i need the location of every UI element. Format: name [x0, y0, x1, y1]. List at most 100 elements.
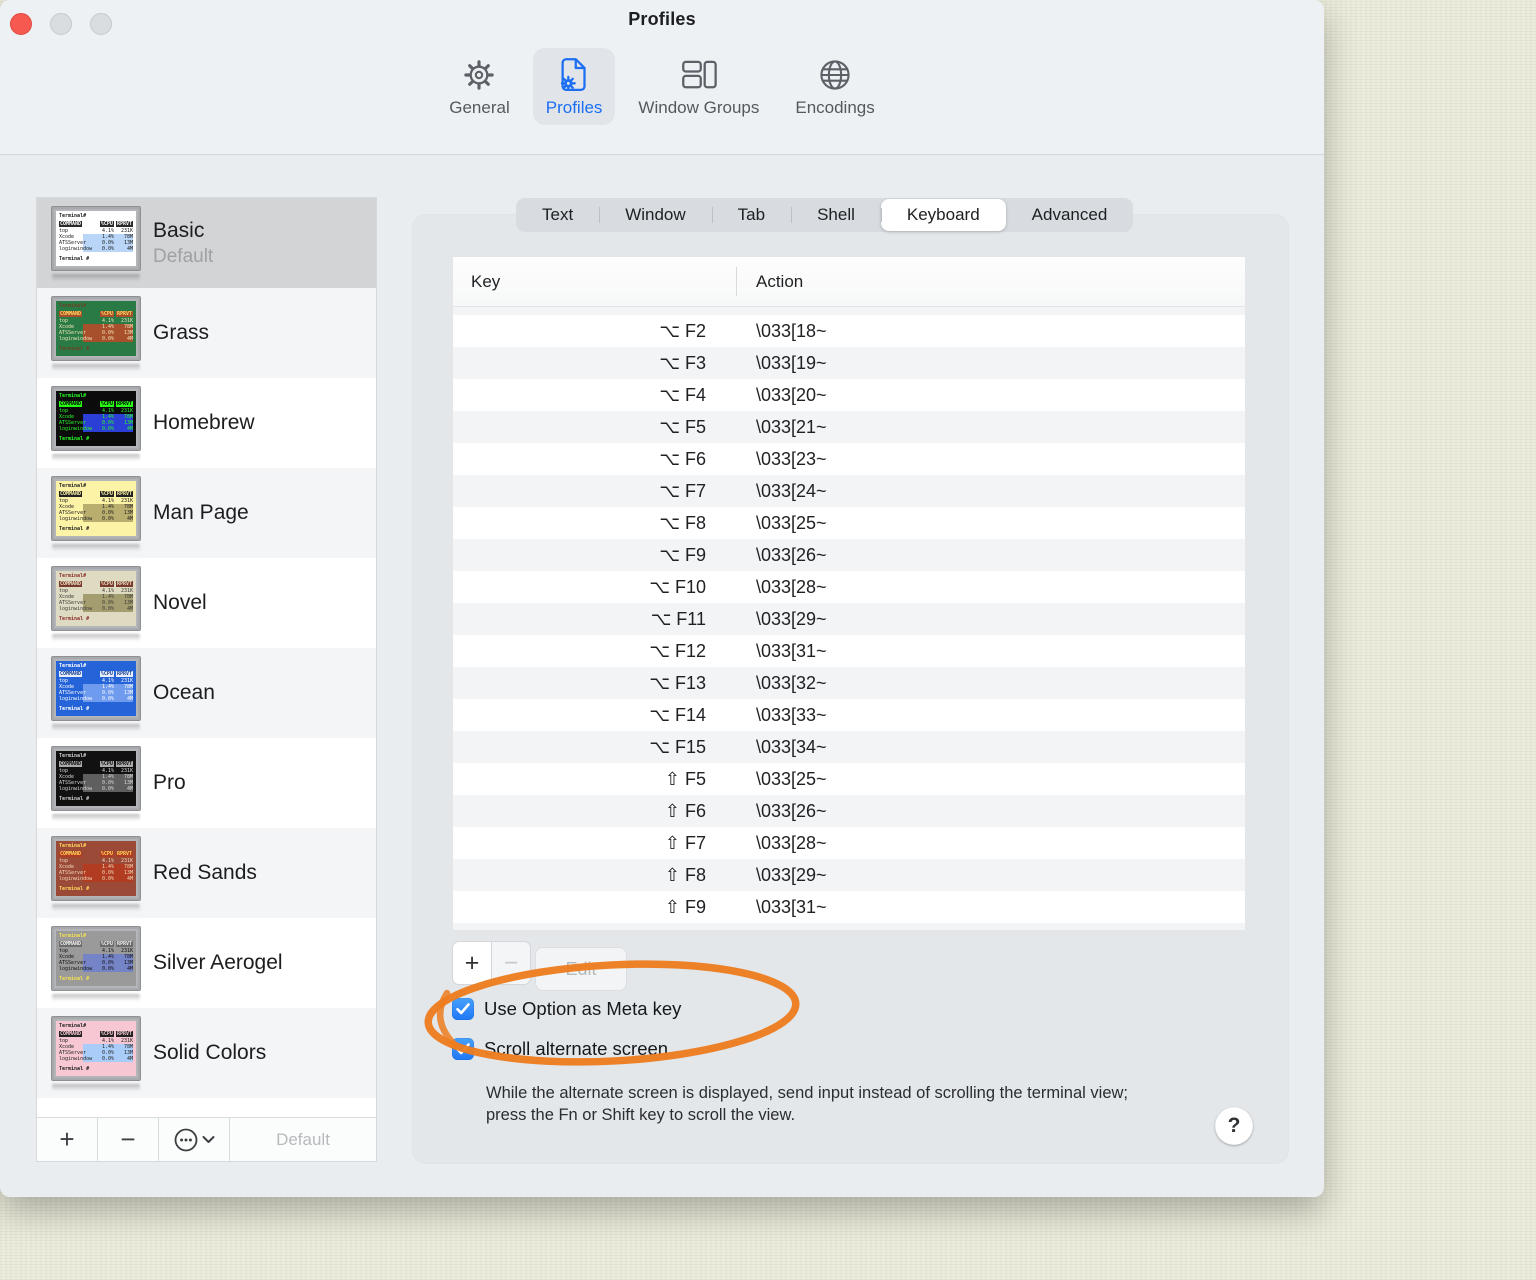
action-cell: \033[29~ [756, 864, 827, 885]
key-cell: ⌥ F6 [659, 448, 706, 469]
key-mapping-row[interactable]: ⌥ F14 \033[33~ [453, 699, 1245, 731]
action-cell: \033[28~ [756, 576, 827, 597]
set-default-button[interactable]: Default [230, 1118, 376, 1161]
thumbnail-reflection [52, 544, 140, 551]
toolbar-item-window-groups[interactable]: Window Groups [625, 48, 772, 125]
thumbnail-reflection [52, 454, 140, 461]
title-toolbar: Profiles General Profiles Window Groups … [0, 0, 1324, 155]
profile-list-item-ocean[interactable]: Terminal# COMMAND %CPU RPRVT top 4.1% 231K… [37, 648, 376, 738]
profile-list-item-basic[interactable]: Terminal# COMMAND %CPU RPRVT top 4.1% 231K… [37, 198, 376, 288]
key-cell: ⇧ F8 [664, 864, 706, 885]
edit-key-button[interactable]: Edit [535, 947, 627, 991]
action-cell: \033[25~ [756, 512, 827, 533]
key-mapping-row[interactable]: ⌥ F12 \033[31~ [453, 635, 1245, 667]
key-mapping-row[interactable]: ⌥ F15 \033[34~ [453, 731, 1245, 763]
profile-actions-menu-button[interactable] [159, 1118, 230, 1161]
tab-shell[interactable]: Shell [791, 198, 881, 232]
action-cell: \033[31~ [756, 640, 827, 661]
alternate-screen-description: While the alternate screen is displayed,… [486, 1084, 1129, 1124]
key-mapping-row[interactable]: ⇧ F7 \033[28~ [453, 827, 1245, 859]
key-mapping-row[interactable]: ⌥ F2 \033[18~ [453, 315, 1245, 347]
key-mapping-row[interactable]: ⇧ F6 \033[26~ [453, 795, 1245, 827]
more-options-icon [174, 1128, 198, 1151]
column-header-key[interactable]: Key [453, 272, 736, 292]
action-cell: \033[26~ [756, 800, 827, 821]
globe-icon [820, 60, 850, 90]
table-body: ⌥ F2 \033[18~ ⌥ F3 \033[19~ ⌥ F4 \033[20… [453, 315, 1245, 923]
key-cell: ⌥ F4 [659, 384, 706, 405]
key-mapping-row[interactable]: ⌥ F11 \033[29~ [453, 603, 1245, 635]
key-mapping-row[interactable]: ⌥ F7 \033[24~ [453, 475, 1245, 507]
tab-advanced[interactable]: Advanced [1006, 198, 1134, 232]
thumbnail-reflection [52, 1084, 140, 1091]
key-mapping-row[interactable]: ⌥ F10 \033[28~ [453, 571, 1245, 603]
key-mapping-row[interactable]: ⌥ F4 \033[20~ [453, 379, 1245, 411]
scroll-alternate-checkbox-row: Scroll alternate screen [452, 1038, 668, 1060]
key-mapping-row[interactable]: ⌥ F5 \033[21~ [453, 411, 1245, 443]
thumbnail-reflection [52, 814, 140, 821]
key-mapping-row[interactable]: ⌥ F6 \033[23~ [453, 443, 1245, 475]
scroll-alternate-screen-checkbox[interactable] [452, 1038, 474, 1060]
tab-tab[interactable]: Tab [711, 198, 791, 232]
tab-window[interactable]: Window [599, 198, 711, 232]
partial-row [453, 307, 1245, 315]
profile-list-item-pro[interactable]: Terminal# COMMAND %CPU RPRVT top 4.1% 231K… [37, 738, 376, 828]
action-cell: \033[18~ [756, 320, 827, 341]
profile-thumbnail: Terminal# COMMAND %CPU RPRVT top 4.1% 231K… [51, 476, 141, 541]
remove-key-button[interactable]: − [491, 941, 531, 985]
profile-name: Silver Aerogel [153, 951, 283, 974]
toolbar-item-profiles[interactable]: Profiles [532, 48, 616, 125]
tab-text[interactable]: Text [516, 198, 599, 232]
keyboard-settings-panel: Key Action ⌥ F2 \033[18~ ⌥ F3 \033[19~ ⌥… [413, 215, 1288, 1163]
key-cell: ⇧ F5 [664, 768, 706, 789]
profile-name: Novel [153, 591, 207, 614]
tab-keyboard[interactable]: Keyboard [880, 199, 1006, 231]
option-meta-checkbox-row: Use Option as Meta key [452, 998, 681, 1020]
terminal-preview: Terminal# COMMAND %CPU RPRVT top 4.1% 231K… [56, 1021, 136, 1076]
profile-name: Solid Colors [153, 1041, 267, 1064]
thumbnail-reflection [52, 724, 140, 731]
help-button[interactable]: ? [1215, 1107, 1253, 1145]
key-mapping-row[interactable]: ⌥ F13 \033[32~ [453, 667, 1245, 699]
profile-list-item-red-sands[interactable]: Terminal# COMMAND %CPU RPRVT top 4.1% 231K… [37, 828, 376, 918]
profile-list-item-man-page[interactable]: Terminal# COMMAND %CPU RPRVT top 4.1% 231K… [37, 468, 376, 558]
thumbnail-reflection [52, 274, 140, 281]
action-cell: \033[25~ [756, 768, 827, 789]
profile-list-item-grass[interactable]: Terminal# COMMAND %CPU RPRVT top 4.1% 231K… [37, 288, 376, 378]
remove-profile-button[interactable]: − [98, 1118, 159, 1161]
key-cell: ⌥ F3 [659, 352, 706, 373]
column-header-action[interactable]: Action [736, 272, 803, 292]
profile-name: Basic [153, 218, 205, 242]
action-cell: \033[32~ [756, 672, 827, 693]
chevron-down-icon [202, 1136, 215, 1143]
table-header: Key Action [453, 257, 1245, 307]
profile-list-item-homebrew[interactable]: Terminal# COMMAND %CPU RPRVT top 4.1% 231K… [37, 378, 376, 468]
key-mapping-row[interactable]: ⇧ F5 \033[25~ [453, 763, 1245, 795]
add-profile-button[interactable]: + [37, 1118, 98, 1161]
terminal-preview: Terminal# COMMAND %CPU RPRVT top 4.1% 231K… [56, 931, 136, 986]
key-mapping-row[interactable]: ⌥ F8 \033[25~ [453, 507, 1245, 539]
toolbar-item-general[interactable]: General [436, 48, 522, 125]
action-cell: \033[28~ [756, 832, 827, 853]
profile-list-item-silver-aerogel[interactable]: Terminal# COMMAND %CPU RPRVT top 4.1% 231K… [37, 918, 376, 1008]
key-cell: ⇧ F9 [664, 896, 706, 917]
profile-list-item-novel[interactable]: Terminal# COMMAND %CPU RPRVT top 4.1% 231K… [37, 558, 376, 648]
profile-tabs: Text Window Tab Shell Keyboard Advanced [516, 198, 1134, 232]
use-option-as-meta-checkbox[interactable] [452, 998, 474, 1020]
key-mapping-row[interactable]: ⌥ F3 \033[19~ [453, 347, 1245, 379]
thumbnail-reflection [52, 364, 140, 371]
thumbnail-reflection [52, 904, 140, 911]
key-mapping-row[interactable]: ⇧ F8 \033[29~ [453, 859, 1245, 891]
use-option-as-meta-label: Use Option as Meta key [484, 998, 682, 1019]
key-mapping-row[interactable]: ⌥ F9 \033[26~ [453, 539, 1245, 571]
profile-list-item-solid-colors[interactable]: Terminal# COMMAND %CPU RPRVT top 4.1% 231K… [37, 1008, 376, 1098]
key-cell: ⌥ F11 [650, 608, 706, 629]
desktop-background: Profiles General Profiles Window Groups … [0, 0, 1536, 1280]
profile-thumbnail: Terminal# COMMAND %CPU RPRVT top 4.1% 231K… [51, 566, 141, 631]
profile-thumbnail: Terminal# COMMAND %CPU RPRVT top 4.1% 231K… [51, 656, 141, 721]
toolbar-item-encodings[interactable]: Encodings [782, 48, 887, 125]
profile-name: Ocean [153, 681, 215, 704]
window-groups-icon [682, 60, 717, 89]
add-key-button[interactable]: + [452, 941, 492, 985]
key-mapping-row[interactable]: ⇧ F9 \033[31~ [453, 891, 1245, 923]
